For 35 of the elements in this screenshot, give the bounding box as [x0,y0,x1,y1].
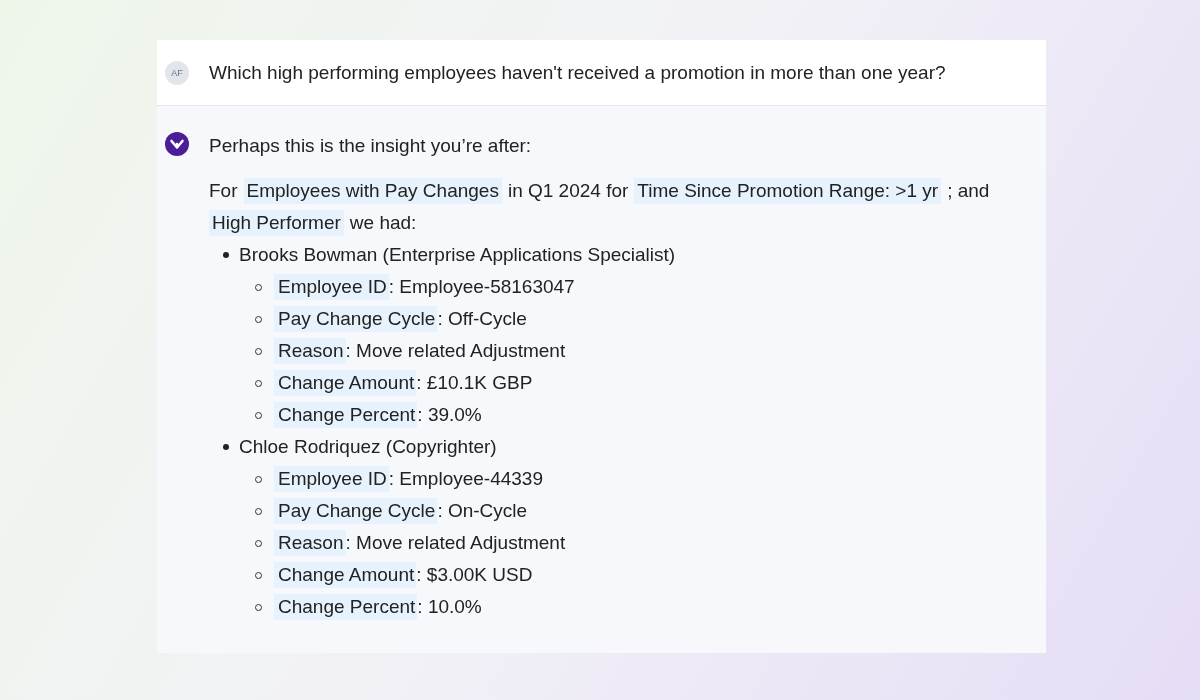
field-label: Change Percent [274,594,418,620]
field-label: Reason [274,530,346,556]
field-value: : Employee-58163047 [388,275,575,299]
field-label: Employee ID [274,274,389,300]
sentence-text: For [209,179,238,203]
sentence-text: in Q1 2024 for [507,179,629,203]
answer-intro: Perhaps this is the insight you’re after: [209,134,533,158]
filter-tag: Time Since Promotion Range: >1 yr [634,178,942,204]
filter-tag: Employees with Pay Changes [243,178,502,204]
field-label: Reason [274,338,346,364]
filter-tag: High Performer [209,210,344,236]
bullet-icon [223,444,229,450]
field-value: : Move related Adjustment [345,531,566,555]
employee-name: Brooks Bowman (Enterprise Applications Specialist) [239,243,676,267]
field-value: : On-Cycle [437,499,528,523]
question-text: Which high performing employees haven't received a promotion in more than one year? [209,61,946,84]
field-value: : Move related Adjustment [345,339,566,363]
field-value: : 10.0% [417,595,482,619]
sentence-text: we had: [349,211,417,235]
field-label: Employee ID [274,466,389,492]
field-label: Change Amount [274,562,417,588]
field-value: : $3.00K USD [416,563,533,587]
field-value: : Off-Cycle [437,307,527,331]
field-label: Change Amount [274,370,417,396]
field-value: : £10.1K GBP [416,371,533,395]
sentence-text: ; and [947,179,990,203]
employee-name: Chloe Rodriquez (Copyrighter) [239,435,497,459]
user-avatar: AF [165,60,189,85]
field-value: : Employee-44339 [388,467,543,491]
assistant-logo-icon [165,132,189,156]
field-label: Change Percent [274,402,418,428]
field-label: Pay Change Cycle [274,498,438,524]
bullet-icon [223,252,229,258]
field-value: : 39.0% [417,403,482,427]
field-label: Pay Change Cycle [274,306,438,332]
